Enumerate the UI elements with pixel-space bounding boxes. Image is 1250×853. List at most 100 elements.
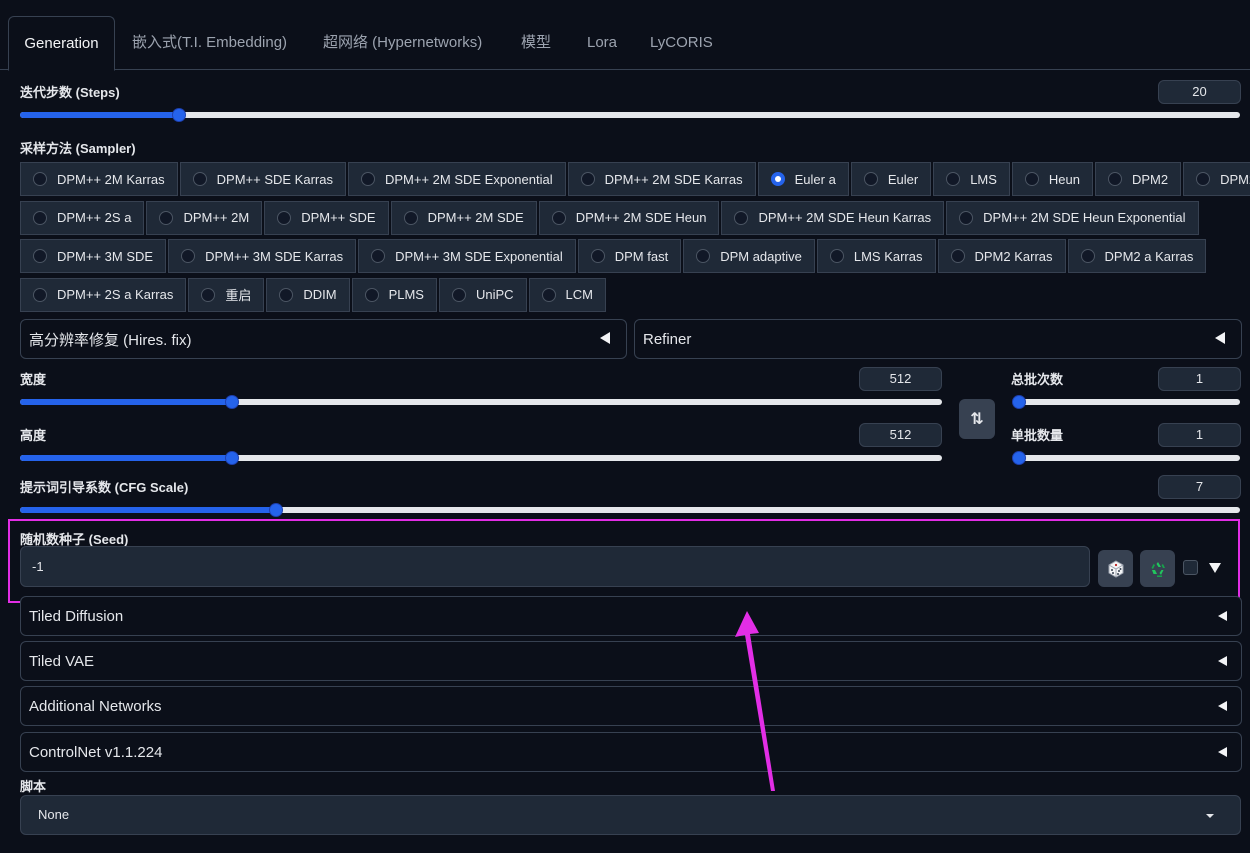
sampler-option-label: DPM++ 3M SDE bbox=[57, 248, 154, 264]
sampler-option[interactable]: DPM++ SDE Karras bbox=[179, 162, 346, 196]
tab-hypernetworks[interactable]: 超网络 (Hypernetworks) bbox=[323, 16, 482, 70]
sampler-option[interactable]: DPM++ 2M SDE Karras bbox=[567, 162, 756, 196]
radio-button[interactable] bbox=[371, 249, 386, 263]
sampler-option[interactable]: LMS Karras bbox=[816, 239, 936, 273]
radio-button[interactable] bbox=[950, 249, 965, 263]
tab-models[interactable]: 模型 bbox=[521, 16, 551, 70]
radio-button[interactable] bbox=[1080, 249, 1095, 263]
sampler-option[interactable]: LMS bbox=[933, 162, 1010, 196]
sampler-option[interactable]: Euler bbox=[850, 162, 932, 196]
radio-button[interactable] bbox=[33, 210, 47, 225]
sampler-option[interactable]: DPM2 a bbox=[1183, 162, 1250, 196]
additional-networks-accordion[interactable]: Additional Networks bbox=[20, 686, 1242, 726]
radio-button[interactable] bbox=[829, 249, 844, 263]
sampler-option[interactable]: DPM++ 2M Karras bbox=[20, 162, 178, 196]
sampler-option[interactable]: DPM++ 2S a Karras bbox=[20, 277, 187, 312]
radio-button[interactable] bbox=[192, 172, 207, 186]
steps-input[interactable]: 20 bbox=[1158, 80, 1241, 104]
steps-slider[interactable] bbox=[20, 108, 1240, 122]
batch-size-slider-thumb[interactable] bbox=[1012, 451, 1026, 465]
sampler-option[interactable]: DPM++ 3M SDE Karras bbox=[168, 239, 357, 273]
tab-generation[interactable]: Generation bbox=[8, 16, 115, 71]
sampler-option[interactable]: DPM++ 2M bbox=[146, 200, 263, 235]
radio-button[interactable] bbox=[451, 287, 466, 302]
sampler-option[interactable]: Heun bbox=[1011, 162, 1093, 196]
collapse-triangle-icon bbox=[1218, 701, 1227, 711]
tiled-vae-accordion[interactable]: Tiled VAE bbox=[20, 641, 1242, 681]
radio-button[interactable] bbox=[541, 287, 556, 302]
steps-slider-thumb[interactable] bbox=[171, 108, 186, 122]
radio-button[interactable] bbox=[201, 287, 216, 302]
sampler-option[interactable]: UniPC bbox=[438, 277, 527, 312]
radio-button[interactable] bbox=[33, 249, 47, 263]
sampler-option[interactable]: DPM++ 2M SDE bbox=[390, 200, 537, 235]
cfg-scale-label: 提示词引导系数 (CFG Scale) bbox=[20, 480, 189, 495]
radio-button[interactable] bbox=[580, 172, 595, 186]
sampler-option[interactable]: Euler a bbox=[757, 162, 849, 196]
hires-fix-accordion[interactable]: 高分辨率修复 (Hires. fix) bbox=[20, 319, 627, 359]
sampler-option-label: DPM++ 2M SDE Heun Karras bbox=[758, 210, 932, 225]
radio-button[interactable] bbox=[181, 249, 196, 263]
cfg-scale-slider[interactable] bbox=[20, 503, 1240, 517]
sampler-option[interactable]: DPM++ 2S a bbox=[20, 200, 145, 235]
radio-button[interactable] bbox=[590, 249, 605, 263]
radio-button[interactable] bbox=[770, 172, 785, 186]
width-slider[interactable] bbox=[20, 395, 942, 409]
batch-count-slider-thumb[interactable] bbox=[1012, 395, 1026, 409]
height-slider-thumb[interactable] bbox=[225, 451, 240, 465]
batch-size-slider[interactable] bbox=[1012, 451, 1240, 465]
batch-count-slider[interactable] bbox=[1012, 395, 1240, 409]
sampler-option[interactable]: DPM++ 3M SDE bbox=[20, 239, 167, 273]
sampler-option[interactable]: DPM++ 2M SDE Heun Karras bbox=[721, 200, 945, 235]
sampler-option[interactable]: DPM2 a Karras bbox=[1067, 239, 1207, 273]
radio-button[interactable] bbox=[946, 172, 961, 186]
radio-button[interactable] bbox=[364, 287, 379, 302]
radio-button[interactable] bbox=[1196, 172, 1211, 186]
tab-lycoris[interactable]: LyCORIS bbox=[650, 16, 713, 70]
radio-button[interactable] bbox=[863, 172, 878, 186]
sampler-option[interactable]: DPM2 Karras bbox=[937, 239, 1066, 273]
sampler-option[interactable]: DPM++ 3M SDE Exponential bbox=[358, 239, 576, 273]
radio-button[interactable] bbox=[277, 210, 292, 225]
sampler-option[interactable]: DPM2 bbox=[1095, 162, 1182, 196]
width-slider-thumb[interactable] bbox=[225, 395, 240, 409]
controlnet-accordion[interactable]: ControlNet v1.1.224 bbox=[20, 732, 1242, 772]
script-select[interactable]: None bbox=[20, 795, 1241, 835]
radio-button[interactable] bbox=[696, 249, 711, 263]
sampler-option-label: DPM++ SDE Karras bbox=[216, 171, 333, 187]
swap-dimensions-button[interactable]: ⇅ bbox=[959, 399, 995, 439]
tab-lora[interactable]: Lora bbox=[587, 16, 617, 70]
sampler-option[interactable]: DPM++ 2M SDE Exponential bbox=[347, 162, 566, 196]
batch-size-input[interactable]: 1 bbox=[1158, 423, 1241, 447]
radio-button[interactable] bbox=[734, 210, 749, 225]
sampler-option[interactable]: DPM++ 2M SDE Heun Exponential bbox=[946, 200, 1199, 235]
radio-button[interactable] bbox=[403, 210, 418, 225]
radio-button[interactable] bbox=[33, 287, 47, 302]
sampler-option[interactable]: PLMS bbox=[351, 277, 437, 312]
sampler-option-label: DPM++ 2S a Karras bbox=[57, 287, 174, 302]
radio-button[interactable] bbox=[1108, 172, 1122, 186]
sampler-option[interactable]: DDIM bbox=[266, 277, 350, 312]
radio-button[interactable] bbox=[1024, 172, 1039, 186]
tab-embedding[interactable]: 嵌入式(T.I. Embedding) bbox=[132, 16, 287, 70]
sampler-option[interactable]: DPM++ 2M SDE Heun bbox=[538, 200, 720, 235]
sampler-option[interactable]: LCM bbox=[528, 277, 606, 312]
refiner-accordion[interactable]: Refiner bbox=[634, 319, 1242, 359]
sampler-option[interactable]: DPM adaptive bbox=[683, 239, 815, 273]
radio-button[interactable] bbox=[551, 210, 566, 225]
height-slider[interactable] bbox=[20, 451, 942, 465]
radio-button[interactable] bbox=[33, 172, 47, 186]
cfg-scale-slider-thumb[interactable] bbox=[269, 503, 284, 517]
tiled-diffusion-accordion[interactable]: Tiled Diffusion bbox=[20, 596, 1242, 636]
sampler-option[interactable]: DPM fast bbox=[577, 239, 682, 273]
radio-button[interactable] bbox=[959, 210, 974, 225]
radio-button[interactable] bbox=[279, 287, 294, 302]
radio-button[interactable] bbox=[360, 172, 375, 186]
sampler-option[interactable]: 重启 bbox=[188, 277, 265, 312]
height-input[interactable]: 512 bbox=[859, 423, 942, 447]
cfg-scale-input[interactable]: 7 bbox=[1158, 475, 1241, 499]
sampler-option[interactable]: DPM++ SDE bbox=[264, 200, 389, 235]
batch-count-input[interactable]: 1 bbox=[1158, 367, 1241, 391]
radio-button[interactable] bbox=[159, 210, 174, 225]
width-input[interactable]: 512 bbox=[859, 367, 942, 391]
